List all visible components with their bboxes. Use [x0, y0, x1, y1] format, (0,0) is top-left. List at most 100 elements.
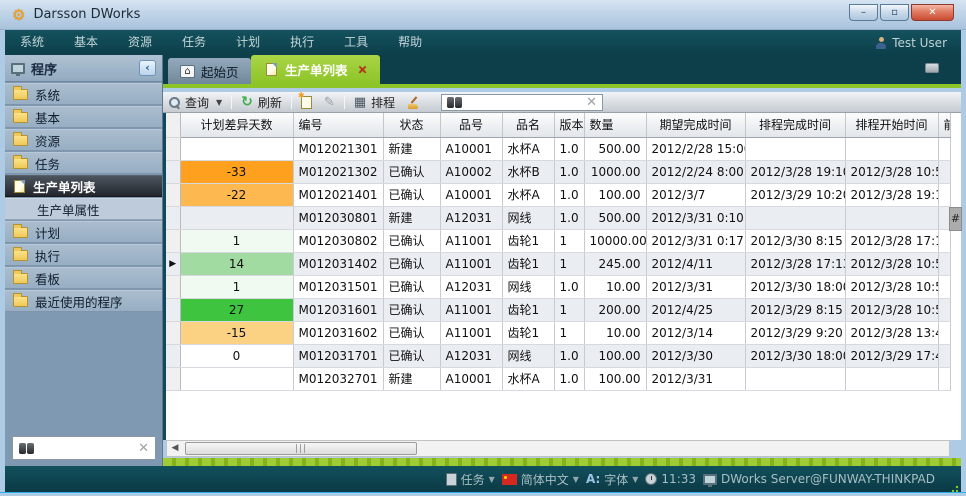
column-header-2[interactable]: 状态: [383, 113, 440, 137]
toolbar-search-box[interactable]: ✕: [441, 94, 603, 111]
cell-sched_finish[interactable]: [745, 206, 845, 229]
cell-item_no[interactable]: A10001: [440, 367, 502, 390]
column-header-9[interactable]: 排程开始时间: [845, 113, 938, 137]
cell-sched_finish[interactable]: [745, 137, 845, 160]
cell-sched_finish[interactable]: [745, 367, 845, 390]
cell-sched_start[interactable]: 2012/3/28 13:40: [845, 321, 938, 344]
cell-order_no[interactable]: M012021301: [293, 137, 383, 160]
sidebar-collapse-button[interactable]: ‹: [139, 60, 156, 76]
cell-order_no[interactable]: M012030802: [293, 229, 383, 252]
row-selector[interactable]: [166, 321, 180, 344]
cell-item_name[interactable]: 齿轮1: [502, 298, 554, 321]
sidebar-search-box[interactable]: ✕: [12, 436, 156, 460]
minimize-button[interactable]: –: [849, 4, 878, 21]
cell-status[interactable]: 已确认: [383, 229, 440, 252]
cell-version[interactable]: 1: [554, 252, 584, 275]
sidebar-search-input[interactable]: [39, 441, 138, 455]
cell-sched_start[interactable]: 2012/3/28 17:13: [845, 229, 938, 252]
cell-order_no[interactable]: M012031601: [293, 298, 383, 321]
cell-sched_finish[interactable]: 2012/3/30 18:00: [745, 275, 845, 298]
tab-production-order-list[interactable]: 生产单列表 ✕: [251, 55, 380, 84]
refresh-button[interactable]: ↻ 刷新: [235, 92, 288, 112]
sidebar-item-1[interactable]: 基本: [5, 106, 162, 128]
cell-sched_start[interactable]: 2012/3/28 10:52: [845, 252, 938, 275]
cell-status[interactable]: 已确认: [383, 252, 440, 275]
cell-version[interactable]: 1.0: [554, 137, 584, 160]
cell-version[interactable]: 1: [554, 298, 584, 321]
cell-expect[interactable]: 2012/4/11: [646, 252, 745, 275]
title-bar[interactable]: ⚙ Darsson DWorks – ▫ ✕: [0, 0, 966, 30]
cell-plan-diff-days[interactable]: 0: [180, 344, 293, 367]
column-header-6[interactable]: 数量: [584, 113, 646, 137]
menu-item-7[interactable]: 帮助: [383, 30, 437, 55]
table-row[interactable]: -15M012031602已确认A11001齿轮1110.002012/3/14…: [166, 321, 950, 344]
cell-version[interactable]: 1.0: [554, 183, 584, 206]
horizontal-scrollbar[interactable]: ◀: [166, 440, 950, 457]
sidebar-item-4[interactable]: 生产单列表: [5, 175, 162, 197]
row-selector[interactable]: ▶: [166, 252, 180, 275]
cell-plan-diff-days[interactable]: [180, 137, 293, 160]
menu-item-4[interactable]: 计划: [221, 30, 275, 55]
cell-item_no[interactable]: A10001: [440, 183, 502, 206]
table-row[interactable]: M012030801新建A12031网线1.0500.002012/3/31 0…: [166, 206, 950, 229]
schedule-button[interactable]: ▦ 排程: [348, 92, 401, 112]
cell-status[interactable]: 已确认: [383, 183, 440, 206]
sidebar-item-9[interactable]: 最近使用的程序: [5, 290, 162, 312]
cell-extra[interactable]: [938, 367, 950, 390]
cell-qty[interactable]: 200.00: [584, 298, 646, 321]
cell-item_no[interactable]: A11001: [440, 298, 502, 321]
cell-qty[interactable]: 100.00: [584, 344, 646, 367]
toolbar-search-input[interactable]: [467, 96, 586, 110]
cell-version[interactable]: 1.0: [554, 367, 584, 390]
row-selector[interactable]: [166, 229, 180, 252]
menu-item-0[interactable]: 系统: [5, 30, 59, 55]
table-row[interactable]: M012021301新建A10001水杯A1.0500.002012/2/28 …: [166, 137, 950, 160]
cell-sched_finish[interactable]: 2012/3/30 18:00: [745, 344, 845, 367]
grid-edge-marker[interactable]: #: [949, 207, 962, 231]
cell-item_no[interactable]: A12031: [440, 344, 502, 367]
cell-plan-diff-days[interactable]: -15: [180, 321, 293, 344]
cell-version[interactable]: 1: [554, 229, 584, 252]
cell-item_name[interactable]: 齿轮1: [502, 252, 554, 275]
cell-sched_start[interactable]: [845, 206, 938, 229]
sidebar-item-2[interactable]: 资源: [5, 129, 162, 151]
cell-qty[interactable]: 10000.00: [584, 229, 646, 252]
current-user[interactable]: Test User: [875, 30, 947, 55]
statusbar-language[interactable]: 简体中文 ▼: [502, 471, 579, 488]
cell-item_no[interactable]: A11001: [440, 321, 502, 344]
cell-sched_start[interactable]: 2012/3/28 19:10: [845, 183, 938, 206]
menu-item-5[interactable]: 执行: [275, 30, 329, 55]
cell-plan-diff-days[interactable]: -22: [180, 183, 293, 206]
cell-extra[interactable]: [938, 137, 950, 160]
column-header-10[interactable]: 前: [938, 113, 950, 137]
cell-plan-diff-days[interactable]: 1: [180, 275, 293, 298]
row-selector[interactable]: [166, 160, 180, 183]
cell-item_name[interactable]: 网线: [502, 206, 554, 229]
cell-expect[interactable]: 2012/3/31 0:10: [646, 206, 745, 229]
cell-sched_start[interactable]: 2012/3/28 10:52: [845, 298, 938, 321]
maximize-button[interactable]: ▫: [880, 4, 909, 21]
cell-version[interactable]: 1.0: [554, 160, 584, 183]
row-selector[interactable]: [166, 344, 180, 367]
cell-status[interactable]: 新建: [383, 367, 440, 390]
cell-order_no[interactable]: M012031402: [293, 252, 383, 275]
edit-button[interactable]: ✎: [318, 92, 341, 112]
sidebar-search-clear-icon[interactable]: ✕: [138, 441, 149, 456]
cell-item_no[interactable]: A12031: [440, 206, 502, 229]
cell-sched_start[interactable]: 2012/3/29 17:46: [845, 344, 938, 367]
cell-qty[interactable]: 500.00: [584, 137, 646, 160]
row-selector[interactable]: [166, 275, 180, 298]
cell-plan-diff-days[interactable]: [180, 367, 293, 390]
sidebar-item-0[interactable]: 系统: [5, 83, 162, 105]
table-row[interactable]: 1M012031501已确认A12031网线1.010.002012/3/312…: [166, 275, 950, 298]
cell-item_no[interactable]: A10002: [440, 160, 502, 183]
cell-extra[interactable]: [938, 252, 950, 275]
sidebar-item-7[interactable]: 执行: [5, 244, 162, 266]
cell-status[interactable]: 已确认: [383, 344, 440, 367]
cell-extra[interactable]: [938, 160, 950, 183]
menu-item-2[interactable]: 资源: [113, 30, 167, 55]
cell-item_no[interactable]: A10001: [440, 137, 502, 160]
cell-sched_start[interactable]: [845, 137, 938, 160]
language-caret-icon[interactable]: ▼: [573, 475, 579, 484]
cell-expect[interactable]: 2012/3/14: [646, 321, 745, 344]
